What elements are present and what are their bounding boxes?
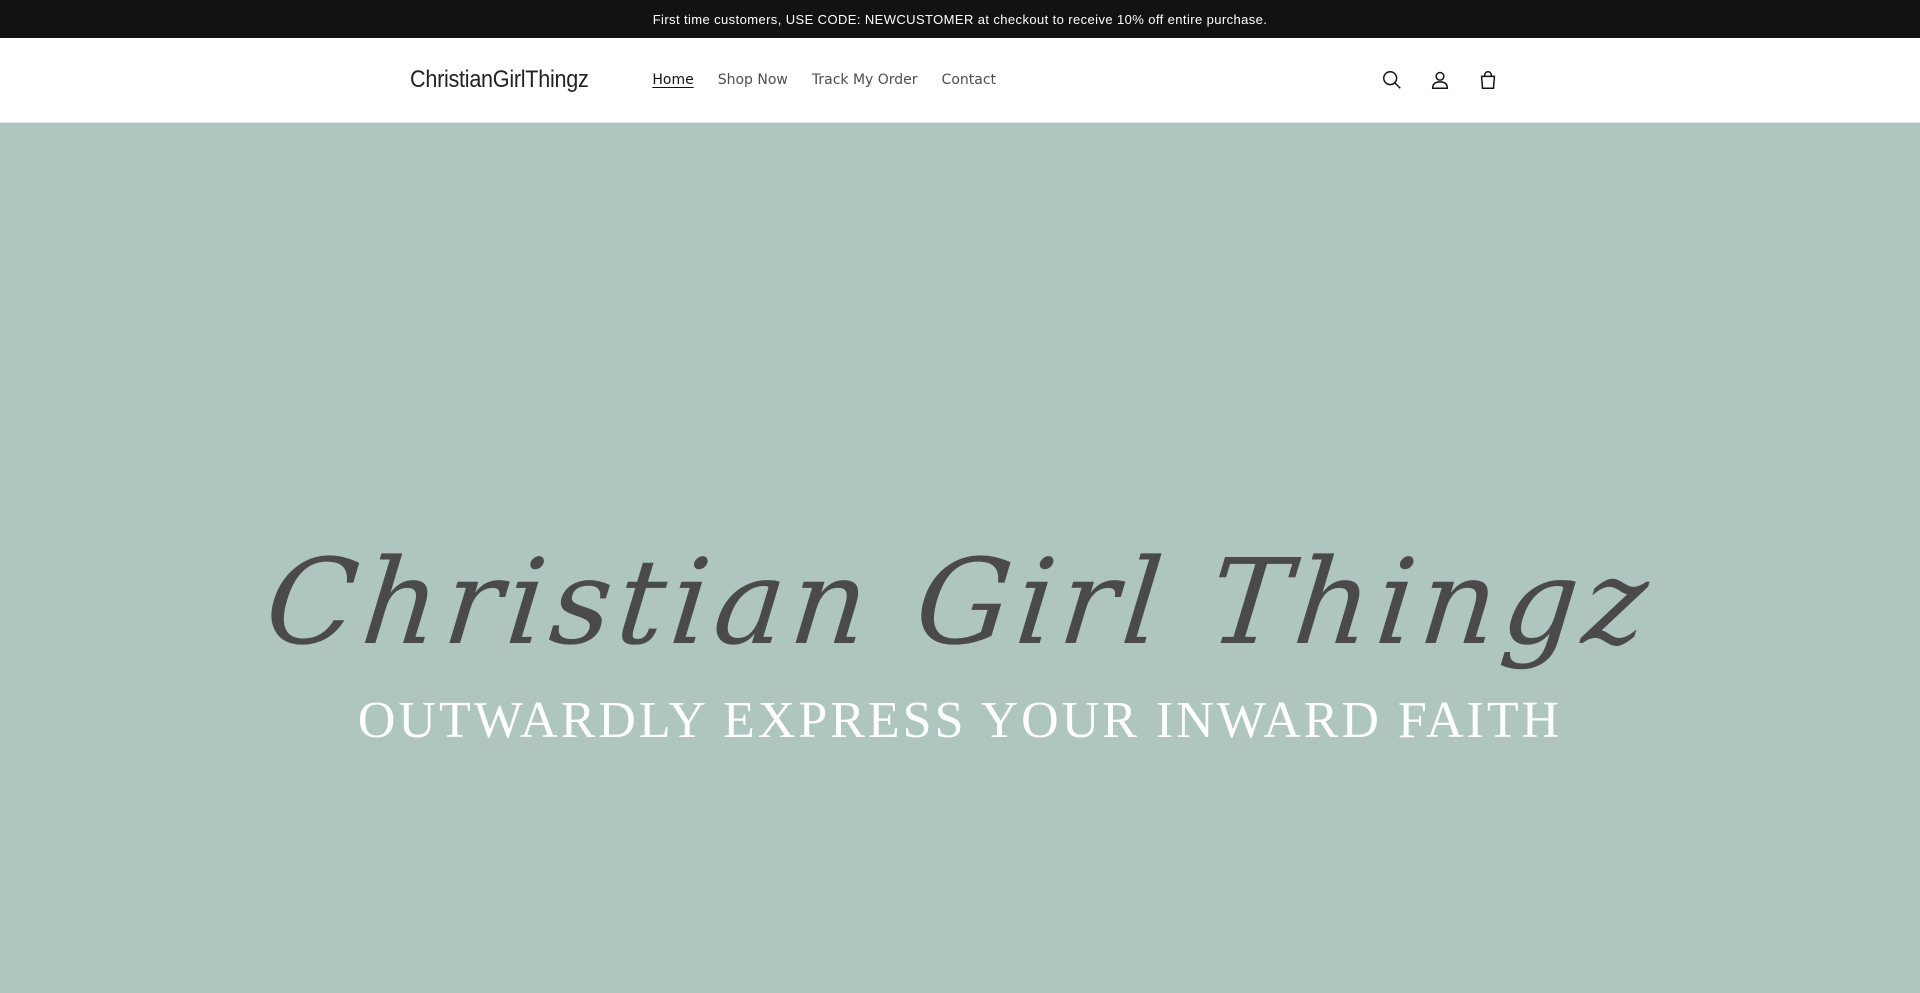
nav-shop-now[interactable]: Shop Now	[706, 72, 800, 88]
announcement-bar: First time customers, USE CODE: NEWCUSTO…	[0, 0, 1920, 38]
hero-tagline: OUTWARDLY EXPRESS YOUR INWARD FAITH	[357, 692, 1563, 749]
hero-script-title: Christian Girl Thingz	[259, 533, 1661, 671]
announcement-text: First time customers, USE CODE: NEWCUSTO…	[652, 11, 1268, 27]
nav-contact[interactable]: Contact	[930, 72, 1008, 88]
header-inner: ChristianGirlThingz Home Shop Now Track …	[410, 38, 1510, 122]
cart-button[interactable]	[1466, 58, 1510, 102]
cart-icon	[1480, 71, 1496, 89]
account-icon	[1431, 71, 1449, 89]
site-header: ChristianGirlThingz Home Shop Now Track …	[0, 38, 1920, 123]
account-button[interactable]	[1418, 58, 1462, 102]
search-button[interactable]	[1370, 58, 1414, 102]
header-icons	[1370, 58, 1510, 102]
nav-home[interactable]: Home	[640, 72, 705, 88]
nav-track-my-order[interactable]: Track My Order	[800, 72, 930, 88]
hero-banner: Christian Girl Thingz OUTWARDLY EXPRESS …	[0, 123, 1920, 993]
site-logo[interactable]: ChristianGirlThingz	[410, 66, 589, 94]
search-icon	[1383, 71, 1401, 89]
main-nav: Home Shop Now Track My Order Contact	[640, 72, 1008, 88]
